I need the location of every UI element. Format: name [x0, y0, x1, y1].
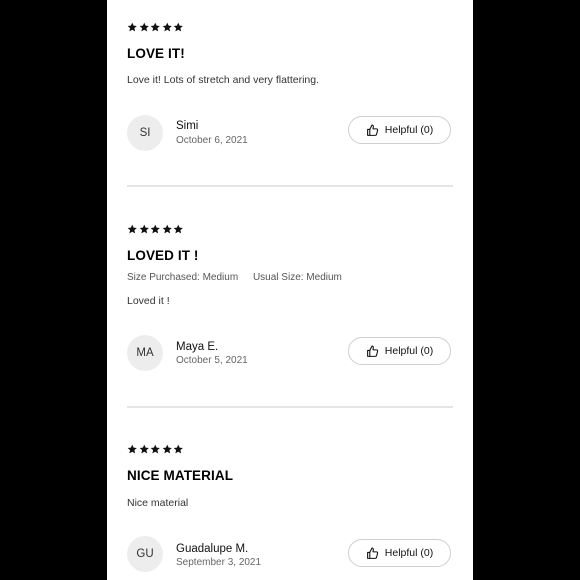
thumbs-up-icon: [366, 124, 379, 137]
star-icon: [173, 22, 184, 33]
star-icon: [127, 22, 138, 33]
thumbs-up-icon: [366, 345, 379, 358]
avatar: SI: [127, 115, 163, 151]
helpful-button[interactable]: Helpful (0): [348, 116, 451, 144]
helpful-label: Helpful (0): [384, 345, 434, 357]
star-rating: [127, 224, 453, 236]
avatar: GU: [127, 536, 163, 572]
review-body: Love it! Lots of stretch and very flatte…: [127, 74, 320, 86]
size-purchased: Size Purchased: Medium: [127, 272, 239, 283]
star-icon: [127, 444, 138, 455]
review-title: LOVED IT !: [127, 248, 199, 263]
reviews-panel: LOVE IT! Love it! Lots of stretch and ve…: [107, 0, 473, 580]
review-date: October 5, 2021: [176, 355, 248, 366]
author-name: Guadalupe M.: [176, 543, 249, 555]
helpful-label: Helpful (0): [384, 547, 434, 559]
star-icon: [139, 444, 150, 455]
avatar: MA: [127, 335, 163, 371]
star-icon: [150, 444, 161, 455]
star-rating: [127, 22, 453, 34]
divider: [127, 185, 453, 187]
size-info: Size Purchased: Medium Usual Size: Mediu…: [127, 272, 354, 283]
usual-size: Usual Size: Medium: [252, 272, 342, 283]
star-icon: [162, 224, 173, 235]
review-title: LOVE IT!: [127, 46, 185, 61]
star-icon: [150, 224, 161, 235]
star-icon: [162, 444, 173, 455]
review-date: October 6, 2021: [176, 135, 248, 146]
divider: [127, 406, 453, 408]
star-icon: [139, 224, 150, 235]
thumbs-up-icon: [366, 547, 379, 560]
helpful-label: Helpful (0): [384, 124, 434, 136]
review-item: LOVE IT! Love it! Lots of stretch and ve…: [127, 22, 453, 152]
author-name: Maya E.: [176, 341, 219, 353]
star-icon: [139, 22, 150, 33]
star-icon: [162, 22, 173, 33]
review-item: LOVED IT ! Size Purchased: Medium Usual …: [127, 224, 453, 374]
review-item: NICE MATERIAL Nice material GU Guadalupe…: [127, 444, 453, 580]
review-body: Loved it !: [127, 295, 170, 307]
star-rating: [127, 444, 453, 456]
helpful-button[interactable]: Helpful (0): [348, 539, 451, 567]
author-name: Simi: [176, 120, 199, 132]
star-icon: [127, 224, 138, 235]
review-body: Nice material: [127, 497, 189, 509]
star-icon: [150, 22, 161, 33]
star-icon: [173, 444, 184, 455]
helpful-button[interactable]: Helpful (0): [348, 337, 451, 365]
star-icon: [173, 224, 184, 235]
review-date: September 3, 2021: [176, 557, 262, 568]
review-title: NICE MATERIAL: [127, 468, 234, 483]
